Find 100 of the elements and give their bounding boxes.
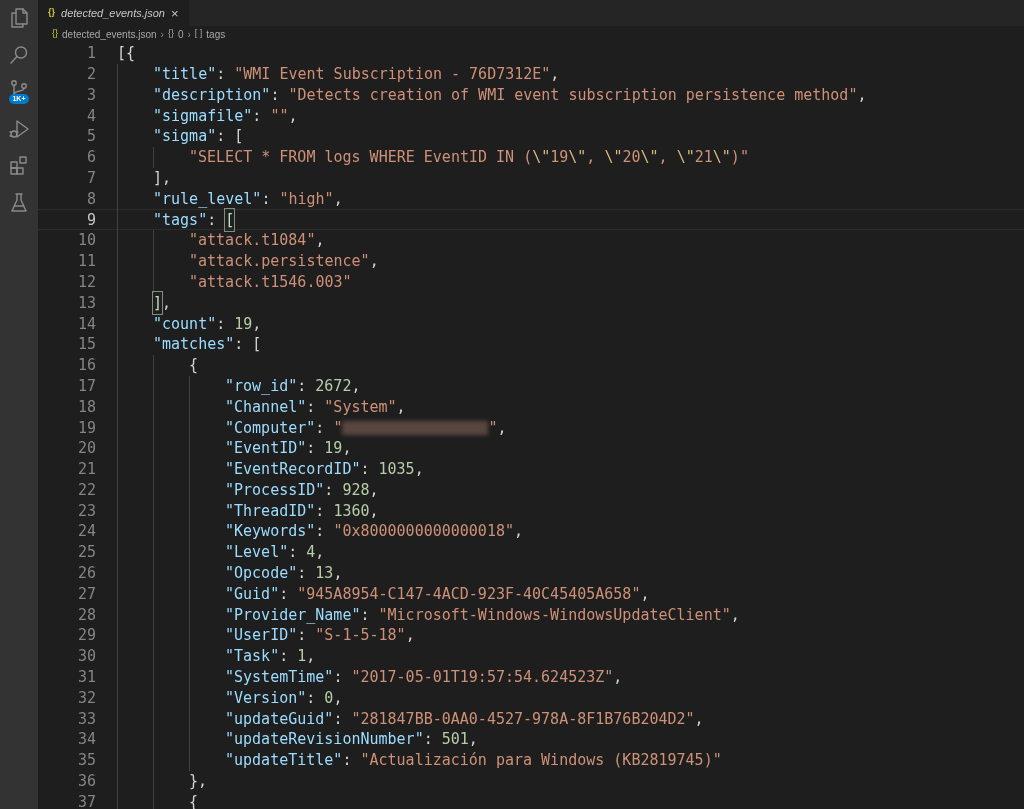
punctuation: :: [306, 687, 317, 709]
line-number: 3: [85, 84, 96, 106]
number-value: 13: [315, 563, 334, 585]
punctuation: ,: [315, 542, 325, 564]
number-value: 19: [234, 313, 253, 335]
line-number: 2: [85, 63, 96, 85]
punctuation: :: [360, 459, 371, 481]
json-key: "Keywords": [225, 520, 316, 543]
string-value: "945A8954-C147-4ACD-923F-40C45405A658": [297, 583, 641, 605]
breadcrumb-item[interactable]: detected_events.json: [62, 26, 157, 42]
string-value: ": [333, 417, 343, 439]
punctuation: :: [423, 729, 434, 751]
number-value: 1035: [378, 459, 415, 481]
punctuation: ,: [333, 188, 343, 210]
breadcrumb-item[interactable]: tags: [206, 26, 226, 42]
escape-sequence: \": [568, 147, 587, 169]
tab-label: detected_events.json: [61, 5, 165, 21]
punctuation: ,: [550, 63, 560, 85]
line-number: 6: [85, 147, 96, 169]
string-value: "high": [279, 188, 334, 210]
string-value: "WMI Event Subscription - 76D7312E": [234, 63, 551, 85]
punctuation: : [: [216, 126, 244, 148]
number-value: 0: [324, 687, 334, 709]
json-key: "EventID": [225, 437, 307, 460]
json-key: "Computer": [225, 416, 316, 439]
punctuation: : [: [234, 334, 262, 356]
punctuation: :: [288, 542, 299, 564]
json-key: "updateTitle": [225, 749, 343, 772]
json-key: "SystemTime": [225, 666, 334, 689]
json-key: "sigmafile": [153, 104, 253, 128]
punctuation: ,: [730, 604, 740, 626]
breadcrumb-separator: ›: [160, 27, 164, 42]
line-number: 21: [76, 459, 96, 481]
json-key: "sigma": [153, 125, 217, 148]
line-number: 13: [76, 292, 96, 314]
punctuation: ,: [414, 459, 424, 481]
punctuation: :: [360, 604, 371, 626]
line-number: 29: [76, 625, 96, 647]
punctuation: ,: [369, 479, 379, 501]
punctuation: :: [297, 563, 308, 585]
json-key: "updateGuid": [225, 707, 334, 731]
line-number: 4: [85, 105, 96, 127]
line-number: 26: [76, 563, 96, 585]
punctuation: ,: [405, 625, 415, 647]
punctuation: ],: [153, 167, 172, 189]
line-number: 14: [76, 313, 96, 335]
json-key: "Level": [225, 541, 289, 564]
string-value: "Detects creation of WMI event subscription persistence method": [288, 84, 858, 106]
line-number: 37: [76, 791, 96, 809]
string-value: "2017-05-01T19:57:54.624523Z": [351, 667, 614, 689]
json-key: "rule_level": [153, 187, 262, 211]
punctuation: ,: [333, 563, 343, 585]
punctuation: ,: [369, 251, 379, 273]
play-bug-icon[interactable]: [7, 117, 31, 141]
escape-sequence: \": [640, 147, 659, 169]
string-value: 19: [550, 147, 569, 169]
line-number: 10: [76, 230, 96, 252]
punctuation: [{: [117, 43, 136, 65]
string-value: "281847BB-0AA0-4527-978A-8F1B76B204D2": [351, 708, 695, 730]
string-value: "SELECT * FROM logs WHERE EventID IN (: [189, 147, 533, 169]
string-value: "attack.t1546.003": [189, 271, 352, 293]
number-value: 1: [297, 646, 307, 668]
punctuation: ,: [613, 667, 623, 689]
punctuation: ,: [252, 313, 262, 335]
line-number: 32: [76, 687, 96, 709]
json-key: "row_id": [225, 374, 298, 398]
line-number: 8: [85, 188, 96, 210]
json-key: "UserID": [225, 624, 298, 647]
punctuation: ,: [162, 292, 172, 314]
json-key: "Version": [225, 686, 307, 710]
punctuation: :: [333, 708, 344, 730]
json-key: "matches": [153, 333, 235, 356]
line-number: 25: [76, 542, 96, 564]
punctuation: :: [315, 500, 326, 522]
matched-bracket: ]: [153, 291, 163, 315]
punctuation: ,: [315, 230, 325, 252]
punctuation: :: [270, 84, 281, 106]
string-value: ,: [586, 147, 597, 169]
punctuation: ,: [857, 84, 867, 106]
punctuation: ,: [288, 105, 298, 127]
json-key: "Provider_Name": [225, 603, 361, 627]
string-value: "attack.t1084": [189, 230, 316, 252]
escape-sequence: \": [604, 147, 623, 169]
json-key: "tags": [153, 208, 208, 232]
breadcrumb-item[interactable]: 0: [177, 26, 184, 42]
string-value: )": [730, 147, 749, 169]
json-key: "ProcessID": [225, 478, 325, 502]
line-number: 22: [76, 479, 96, 501]
number-value: 501: [441, 729, 469, 751]
line-number: 15: [76, 334, 96, 356]
number-value: 2672: [315, 375, 352, 397]
punctuation: ,: [640, 583, 650, 605]
close-button[interactable]: ×: [171, 6, 179, 20]
breadcrumb-icon: [ ]: [194, 27, 203, 41]
json-key: "ThreadID": [225, 499, 316, 523]
punctuation: ,: [497, 417, 507, 439]
line-number: 24: [76, 521, 96, 543]
editor-tab[interactable]: {} detected_events.json ×: [38, 0, 189, 26]
line-number: 16: [76, 355, 96, 377]
string-value: 20: [622, 147, 641, 169]
